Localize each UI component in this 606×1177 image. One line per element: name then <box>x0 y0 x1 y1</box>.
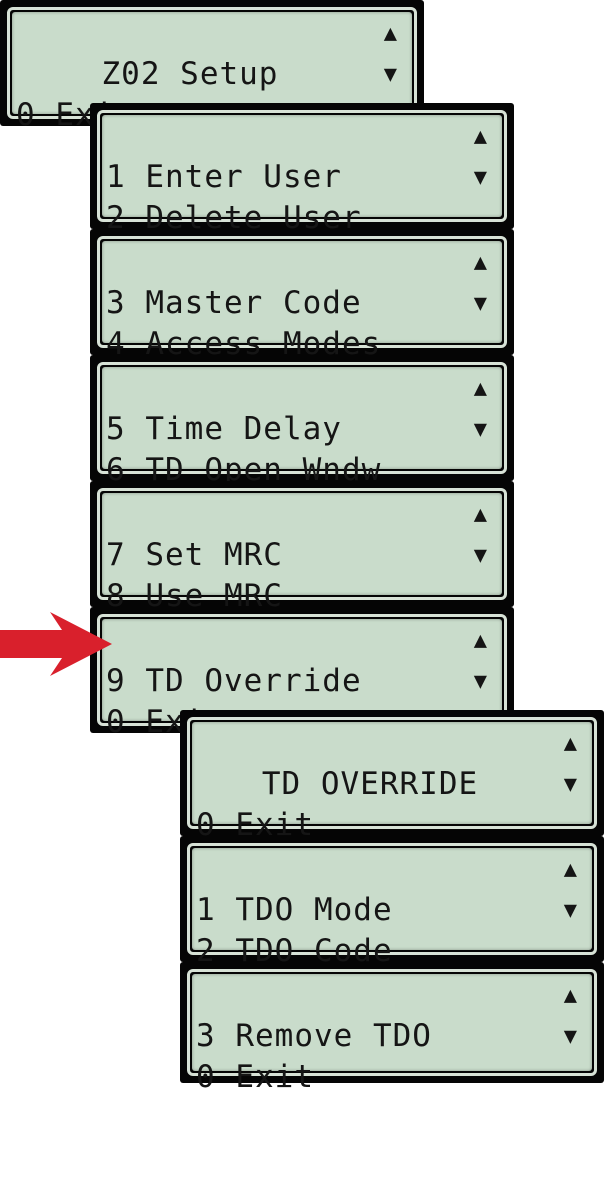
lcd-screen-users: 1 Enter User ▲ 2 Delete User ▼ <box>90 103 514 236</box>
lcd-screen-tdo-remove: 3 Remove TDO ▲ 0 Exit ▼ <box>180 962 604 1095</box>
lcd-line-2: 6 TD Open Wndw ▼ <box>102 410 502 488</box>
lcd-line-2: 0 Exit ▼ <box>192 765 592 843</box>
scroll-down-icon[interactable]: ▼ <box>474 536 488 576</box>
scroll-up-icon[interactable]: ▲ <box>474 243 488 283</box>
lcd-line-2: 4 Access Modes ▼ <box>102 284 502 362</box>
scroll-down-icon[interactable]: ▼ <box>564 765 578 805</box>
lcd-bezel: TD OVERRIDE ▲ 0 Exit ▼ <box>187 717 597 843</box>
lcd-line-1: 1 TDO Mode ▲ <box>192 850 592 928</box>
lcd-line-2: 2 TDO Code ▼ <box>192 891 592 969</box>
lcd-display: 3 Master Code ▲ 4 Access Modes ▼ <box>102 241 502 362</box>
lcd-line-2: 2 Delete User ▼ <box>102 158 502 236</box>
scroll-up-icon[interactable]: ▲ <box>474 369 488 409</box>
lcd-line-1: 7 Set MRC ▲ <box>102 495 502 573</box>
scroll-down-icon[interactable]: ▼ <box>474 410 488 450</box>
lcd-line-1: 3 Master Code ▲ <box>102 243 502 321</box>
lcd-display: 7 Set MRC ▲ 8 Use MRC ▼ <box>102 493 502 614</box>
scroll-up-icon[interactable]: ▲ <box>474 495 488 535</box>
scroll-up-icon[interactable]: ▲ <box>564 850 578 890</box>
lcd-screen-time-delay: 5 Time Delay ▲ 6 TD Open Wndw ▼ <box>90 355 514 488</box>
lcd-line-1: 1 Enter User ▲ <box>102 117 502 195</box>
lcd-bezel: 3 Master Code ▲ 4 Access Modes ▼ <box>97 236 507 362</box>
scroll-up-icon[interactable]: ▲ <box>564 976 578 1016</box>
lcd-display: TD OVERRIDE ▲ 0 Exit ▼ <box>192 722 592 843</box>
lcd-bezel: 1 Enter User ▲ 2 Delete User ▼ <box>97 110 507 236</box>
lcd-bezel: 3 Remove TDO ▲ 0 Exit ▼ <box>187 969 597 1095</box>
lcd-line-2: 8 Use MRC ▼ <box>102 536 502 614</box>
scroll-up-icon[interactable]: ▲ <box>564 724 578 764</box>
lcd-screen-mrc: 7 Set MRC ▲ 8 Use MRC ▼ <box>90 481 514 614</box>
scroll-down-icon[interactable]: ▼ <box>564 1017 578 1057</box>
scroll-up-icon[interactable]: ▲ <box>474 621 488 661</box>
lcd-display: 1 Enter User ▲ 2 Delete User ▼ <box>102 115 502 236</box>
lcd-line-2: 0 Exit ▼ <box>192 1017 592 1095</box>
lcd-line-2: 0 Exit ▼ <box>102 662 502 740</box>
lcd-screen-td-override: TD OVERRIDE ▲ 0 Exit ▼ <box>180 710 604 843</box>
scroll-down-icon[interactable]: ▼ <box>384 55 398 95</box>
lcd-bezel: 5 Time Delay ▲ 6 TD Open Wndw ▼ <box>97 362 507 488</box>
lcd-display: 1 TDO Mode ▲ 2 TDO Code ▼ <box>192 848 592 969</box>
scroll-up-icon[interactable]: ▲ <box>474 117 488 157</box>
lcd-line-1: 5 Time Delay ▲ <box>102 369 502 447</box>
lcd-screen-codes: 3 Master Code ▲ 4 Access Modes ▼ <box>90 229 514 362</box>
lcd-bezel: 1 TDO Mode ▲ 2 TDO Code ▼ <box>187 843 597 969</box>
scroll-down-icon[interactable]: ▼ <box>474 158 488 198</box>
lcd-line-1: 9 TD Override ▲ <box>102 621 502 699</box>
scroll-down-icon[interactable]: ▼ <box>474 662 488 702</box>
scroll-up-icon[interactable]: ▲ <box>384 14 398 54</box>
lcd-display: 3 Remove TDO ▲ 0 Exit ▼ <box>192 974 592 1095</box>
scroll-down-icon[interactable]: ▼ <box>474 284 488 324</box>
lcd-display: Z02 Setup ▲ 0 Exit ▼ <box>12 12 412 133</box>
lcd-line-1: TD OVERRIDE ▲ <box>192 724 592 802</box>
lcd-line-2: 0 Exit ▼ <box>12 55 412 133</box>
lcd-line-1: 3 Remove TDO ▲ <box>192 976 592 1054</box>
lcd-bezel: 7 Set MRC ▲ 8 Use MRC ▼ <box>97 488 507 614</box>
menu-item-exit[interactable]: 0 Exit <box>196 1057 314 1097</box>
lcd-display: 9 TD Override ▲ 0 Exit ▼ <box>102 619 502 740</box>
lcd-line-1: Z02 Setup ▲ <box>12 14 412 92</box>
lcd-display: 5 Time Delay ▲ 6 TD Open Wndw ▼ <box>102 367 502 488</box>
lcd-screen-tdo-settings: 1 TDO Mode ▲ 2 TDO Code ▼ <box>180 836 604 969</box>
scroll-down-icon[interactable]: ▼ <box>564 891 578 931</box>
red-arrow-right-icon <box>0 612 112 676</box>
